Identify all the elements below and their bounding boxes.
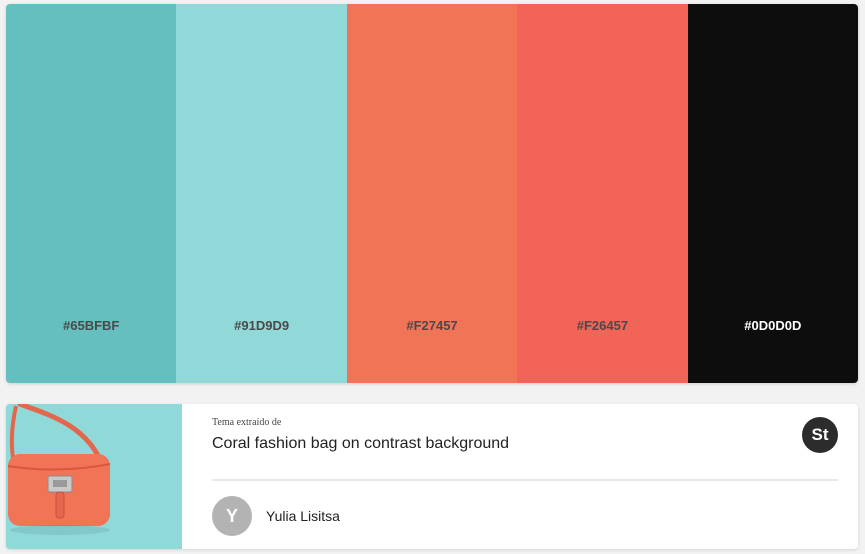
source-image-thumbnail[interactable] <box>6 404 182 549</box>
swatch-5[interactable]: #0D0D0D <box>687 4 858 383</box>
author-name[interactable]: Yulia Lisitsa <box>266 508 340 524</box>
source-kicker: Tema extraído de <box>212 417 282 428</box>
swatch-hex-label: #F26457 <box>576 318 629 333</box>
swatch-2[interactable]: #91D9D9 <box>176 4 347 383</box>
handbag-image <box>6 404 182 549</box>
adobe-stock-icon[interactable]: St <box>802 417 838 453</box>
color-palette: #65BFBF #91D9D9 #F27457 #F26457 #0D0D0D <box>6 4 858 383</box>
swatch-4[interactable]: #F26457 <box>517 4 688 383</box>
swatch-1[interactable]: #65BFBF <box>6 4 177 383</box>
swatch-hex-label: #0D0D0D <box>744 318 802 333</box>
author-avatar[interactable]: Y <box>212 496 252 536</box>
swatch-hex-label: #F27457 <box>406 318 458 333</box>
swatch-hex-label: #65BFBF <box>63 318 120 333</box>
swatch-hex-label: #91D9D9 <box>234 318 290 333</box>
swatch-3[interactable]: #F27457 <box>346 4 518 383</box>
theme-info: Tema extraído de Coral fashion bag on co… <box>212 404 858 549</box>
source-title[interactable]: Coral fashion bag on contrast background <box>212 435 509 453</box>
divider <box>212 479 838 481</box>
theme-source-card: Tema extraído de Coral fashion bag on co… <box>6 404 858 549</box>
